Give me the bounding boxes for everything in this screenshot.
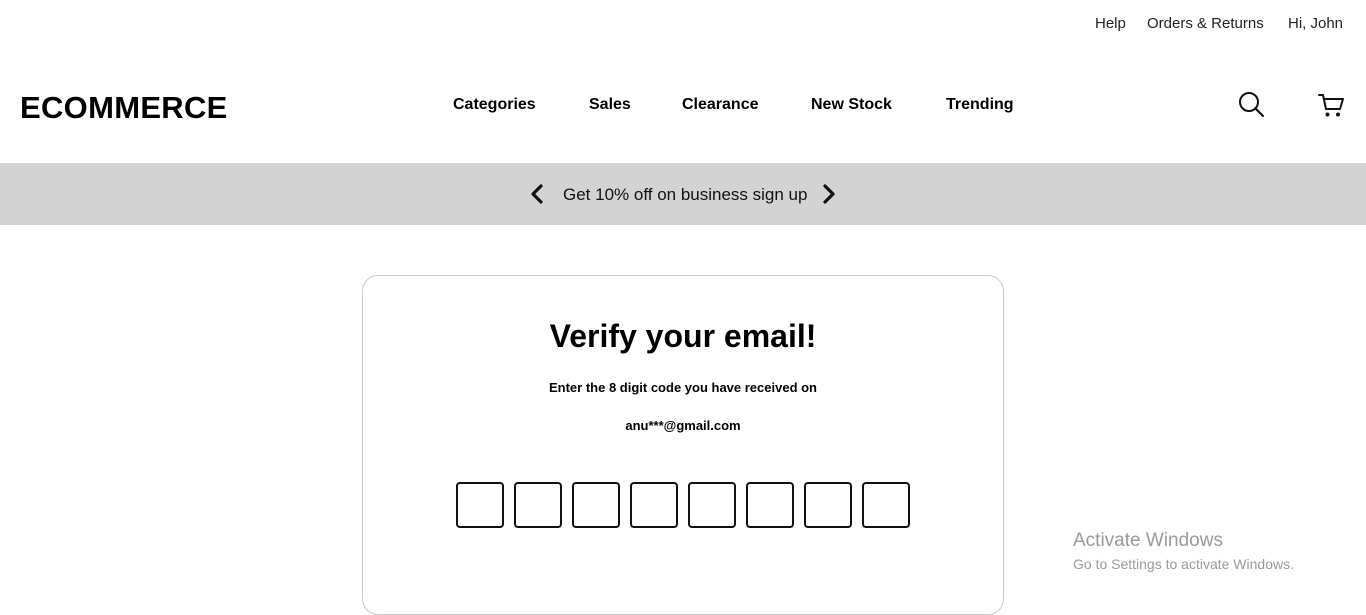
verification-code-inputs xyxy=(456,482,910,528)
nav-item-clearance[interactable]: Clearance xyxy=(682,96,759,114)
code-digit-2[interactable] xyxy=(514,482,562,528)
code-digit-5[interactable] xyxy=(688,482,736,528)
chevron-left-icon[interactable] xyxy=(528,183,546,205)
main-header: ECOMMERCE Categories Sales Clearance New… xyxy=(0,48,1366,163)
watermark-title: Activate Windows xyxy=(1073,530,1223,551)
nav-item-trending[interactable]: Trending xyxy=(946,96,1014,114)
search-icon[interactable] xyxy=(1237,90,1267,120)
user-greeting-link[interactable]: Hi, John xyxy=(1288,15,1343,32)
nav-item-sales[interactable]: Sales xyxy=(589,96,631,114)
verify-email-card: Verify your email! Enter the 8 digit cod… xyxy=(362,275,1004,615)
top-utility-bar: Help Orders & Returns Hi, John xyxy=(0,0,1366,48)
code-digit-6[interactable] xyxy=(746,482,794,528)
nav-item-categories[interactable]: Categories xyxy=(453,96,536,114)
code-digit-7[interactable] xyxy=(804,482,852,528)
promo-banner: Get 10% off on business sign up xyxy=(0,163,1366,225)
orders-returns-link[interactable]: Orders & Returns xyxy=(1147,15,1264,32)
masked-email: anu***@gmail.com xyxy=(625,418,741,433)
code-digit-8[interactable] xyxy=(862,482,910,528)
watermark-subtitle: Go to Settings to activate Windows. xyxy=(1073,556,1294,572)
verify-subtitle: Enter the 8 digit code you have received… xyxy=(548,380,818,395)
code-digit-4[interactable] xyxy=(630,482,678,528)
chevron-right-icon[interactable] xyxy=(820,183,838,205)
cart-icon[interactable] xyxy=(1316,90,1346,120)
code-digit-1[interactable] xyxy=(456,482,504,528)
help-link[interactable]: Help xyxy=(1095,15,1126,32)
verify-title: Verify your email! xyxy=(549,318,817,354)
code-digit-3[interactable] xyxy=(572,482,620,528)
windows-activation-watermark: Activate Windows Go to Settings to activ… xyxy=(1073,530,1294,572)
nav-item-new-stock[interactable]: New Stock xyxy=(811,96,892,114)
site-logo[interactable]: ECOMMERCE xyxy=(20,90,228,126)
promo-text: Get 10% off on business sign up xyxy=(563,185,808,204)
